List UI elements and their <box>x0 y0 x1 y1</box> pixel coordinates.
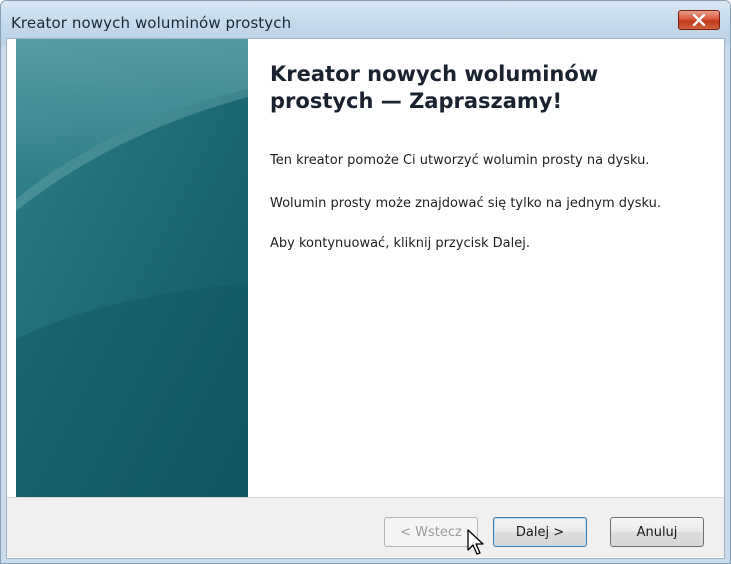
wizard-banner-image <box>16 39 248 497</box>
close-icon <box>692 14 706 26</box>
wizard-paragraph-1: Ten kreator pomoże Ci utworzyć wolumin p… <box>270 153 650 168</box>
close-button[interactable] <box>678 10 720 30</box>
wizard-window: Kreator nowych woluminów prostych Kreato… <box>0 0 731 564</box>
back-button[interactable]: < Wstecz <box>384 517 478 547</box>
next-button[interactable]: Dalej > <box>493 517 587 547</box>
wizard-button-bar: < Wstecz Dalej > Anuluj <box>7 497 724 557</box>
cancel-button[interactable]: Anuluj <box>610 517 704 547</box>
wizard-heading: Kreator nowych woluminów prostych — Zapr… <box>270 62 599 113</box>
window-title: Kreator nowych woluminów prostych <box>11 14 292 32</box>
wizard-content: Kreator nowych woluminów prostych — Zapr… <box>270 61 710 251</box>
wizard-paragraph-2: Wolumin prosty może znajdować się tylko … <box>270 196 662 211</box>
wizard-paragraph-3: Aby kontynuować, kliknij przycisk Dalej. <box>270 236 530 251</box>
mouse-pointer-icon <box>467 529 484 555</box>
